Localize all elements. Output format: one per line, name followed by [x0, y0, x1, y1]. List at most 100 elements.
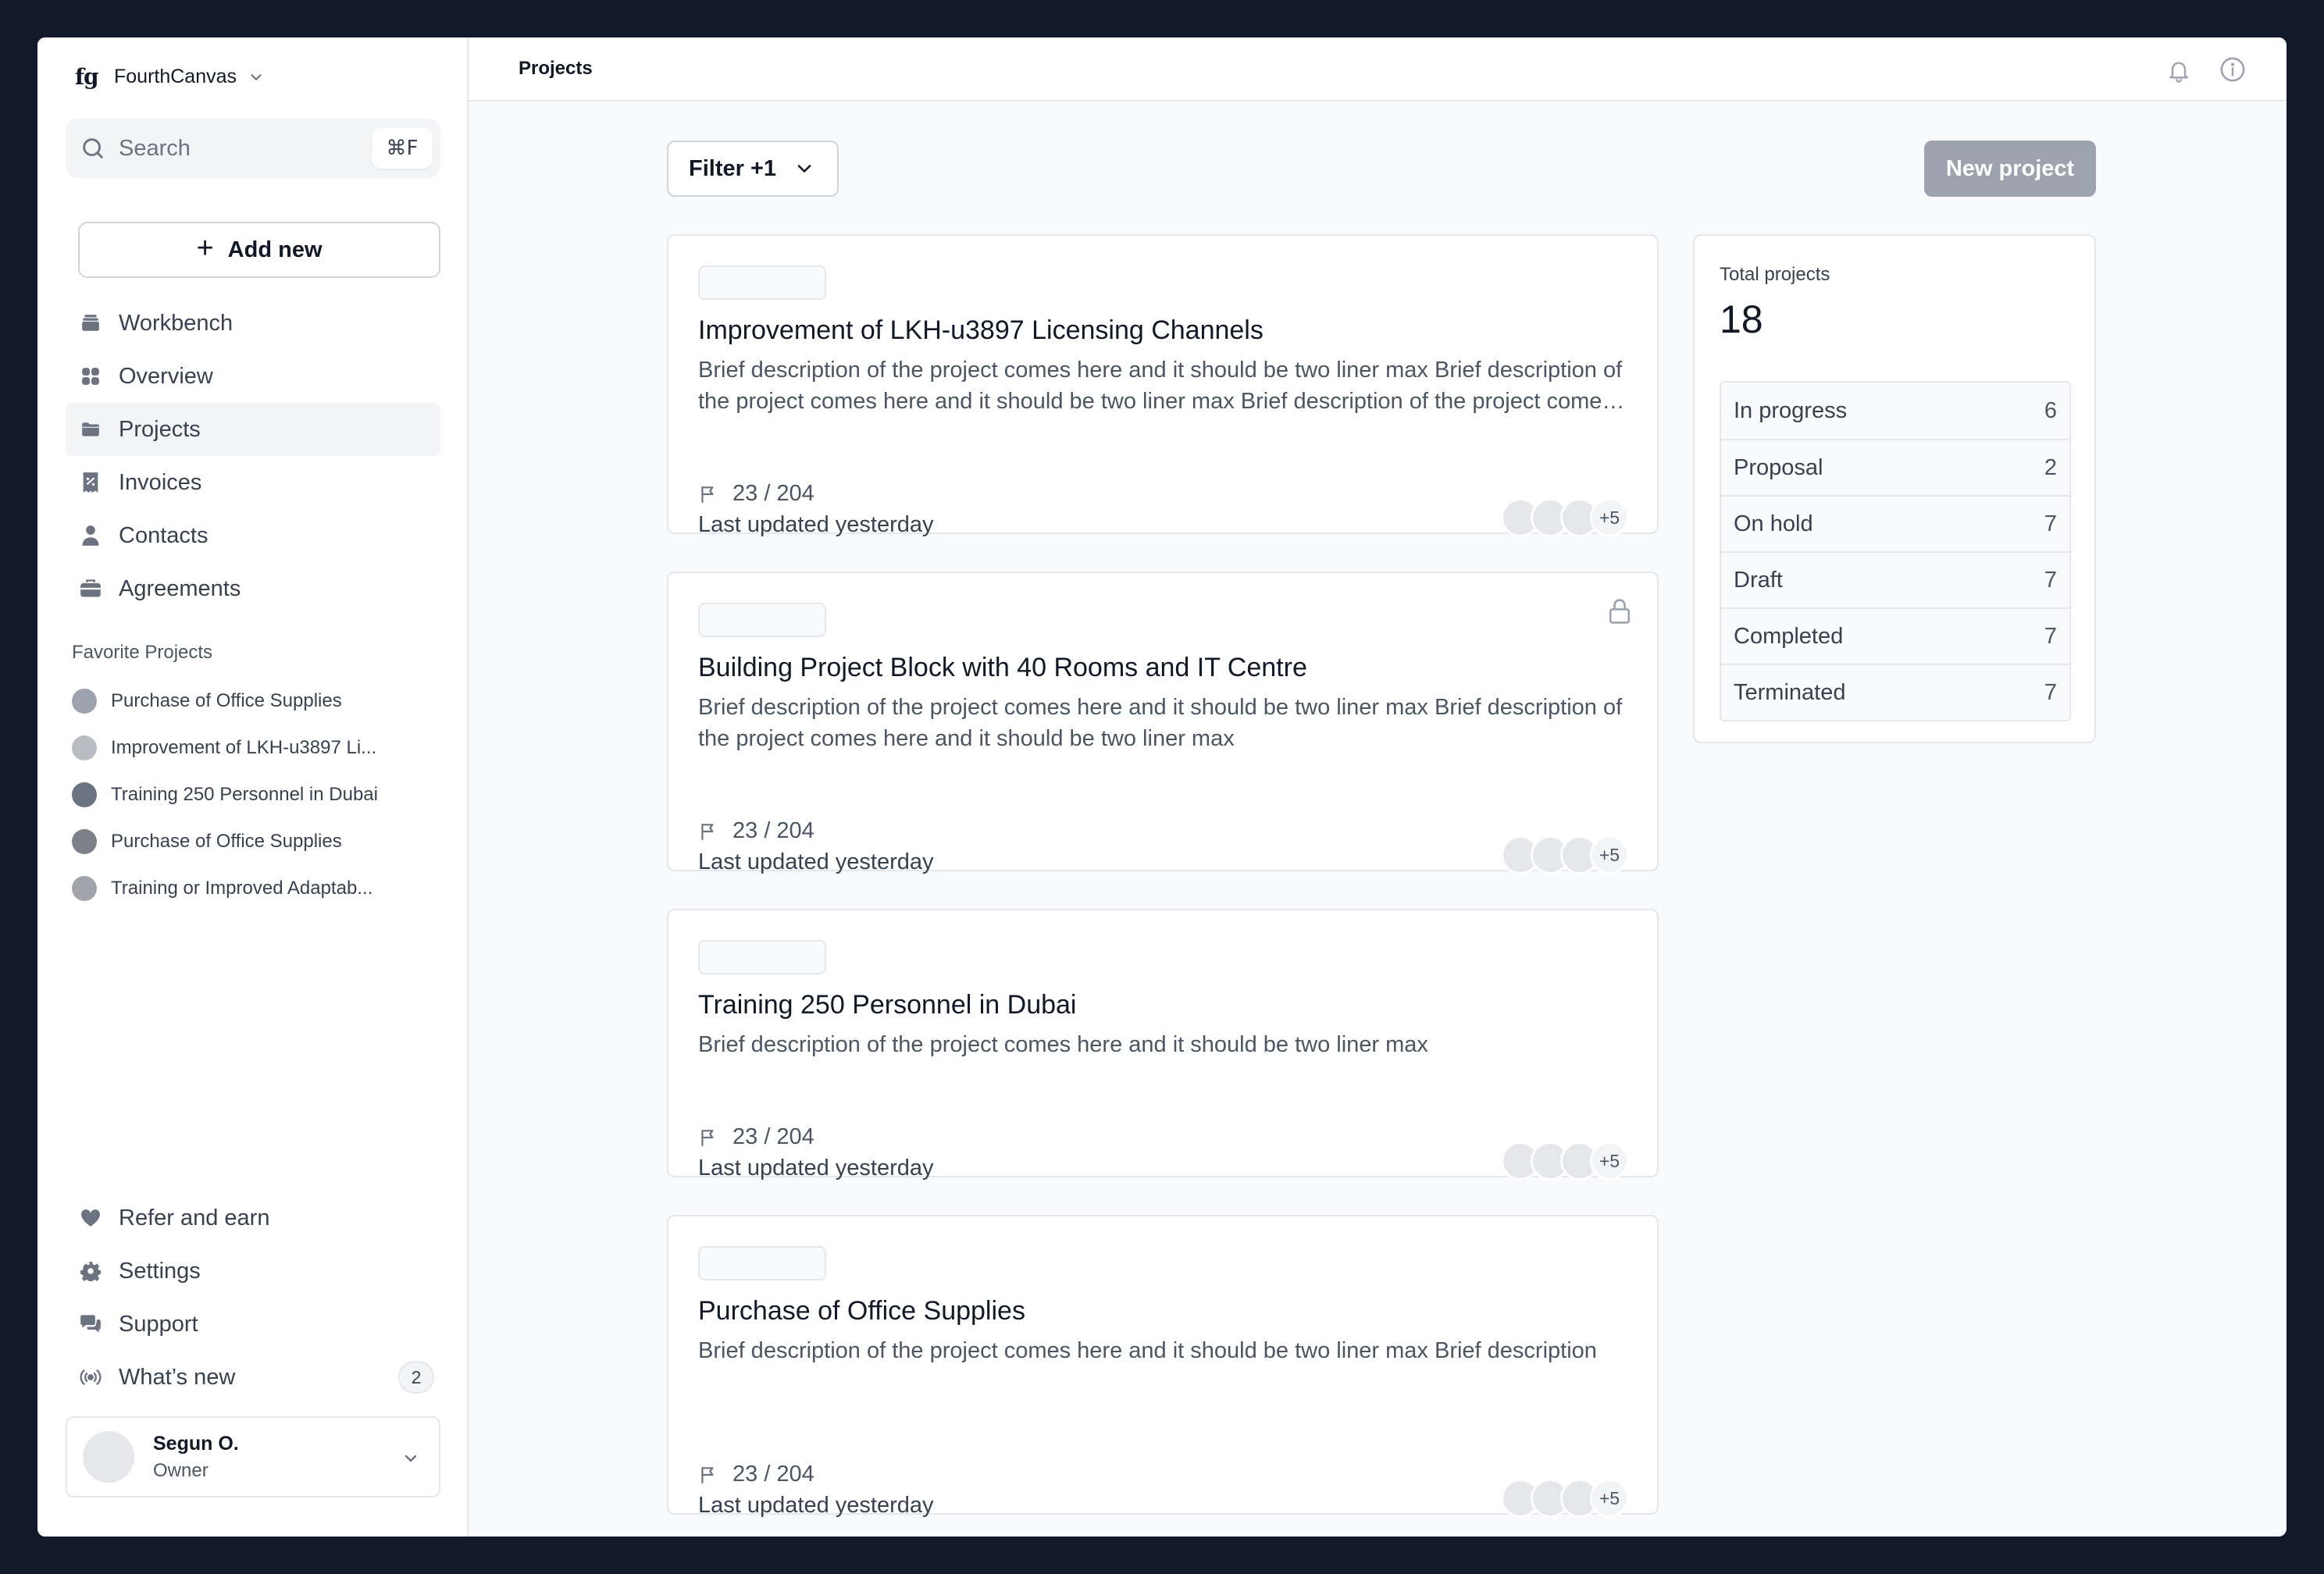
favorite-item[interactable]: Improvement of LKH-u3897 Li... [72, 725, 378, 771]
member-avatars[interactable]: +5 [1501, 498, 1629, 537]
project-card[interactable]: Building Project Block with 40 Rooms and… [667, 572, 1659, 874]
whats-new-badge: 2 [398, 1361, 434, 1394]
project-card[interactable]: Training 250 Personnel in Dubai Brief de… [667, 909, 1659, 1180]
search-icon [83, 138, 103, 158]
workspace-logo: fg [75, 64, 99, 90]
status-tag [698, 265, 826, 300]
stats-row-terminated[interactable]: Terminated 7 [1721, 664, 2069, 720]
sidebar-item-label: Refer and earn [119, 1205, 270, 1230]
flag-icon [701, 486, 714, 503]
favorite-label: Training 250 Personnel in Dubai [111, 784, 378, 805]
favorite-dot [72, 829, 97, 854]
search-placeholder: Search [119, 135, 191, 161]
stats-total: 18 [1720, 297, 1763, 341]
project-title[interactable]: Purchase of Office Supplies [698, 1296, 1025, 1327]
project-progress: 23 / 204 [698, 818, 814, 844]
bell-icon[interactable] [2166, 58, 2191, 83]
sidebar-item-label: Invoices [119, 469, 202, 495]
flag-icon [701, 1129, 714, 1146]
add-new-button[interactable]: + Add new [78, 222, 440, 278]
favorite-dot [72, 735, 97, 760]
search-input[interactable]: Search ⌘F [66, 119, 440, 178]
grid-icon [80, 365, 102, 387]
person-icon [80, 525, 102, 547]
member-avatars[interactable]: +5 [1501, 1141, 1629, 1180]
project-card[interactable]: Improvement of LKH-u3897 Licensing Chann… [667, 234, 1659, 537]
sidebar-item-projects[interactable]: Projects [66, 403, 440, 456]
favorite-dot [72, 782, 97, 807]
project-card[interactable]: Purchase of Office Supplies Brief descri… [667, 1215, 1659, 1518]
sidebar-item-agreements[interactable]: Agreements [66, 562, 440, 615]
stats-row-count: 7 [2044, 511, 2057, 536]
project-title[interactable]: Improvement of LKH-u3897 Licensing Chann… [698, 315, 1264, 346]
project-progress: 23 / 204 [698, 1124, 814, 1150]
main-nav: Workbench Overview Projects Invoices Con… [66, 297, 440, 615]
project-title[interactable]: Training 250 Personnel in Dubai [698, 990, 1076, 1020]
project-title[interactable]: Building Project Block with 40 Rooms and… [698, 653, 1307, 683]
sidebar-item-overview[interactable]: Overview [66, 350, 440, 403]
stats-list: In progress 6 Proposal 2 On hold 7 Draft 7 C… [1720, 381, 2071, 721]
sidebar-item-refer[interactable]: Refer and earn [66, 1191, 440, 1245]
status-tag [698, 603, 826, 637]
sidebar-item-support[interactable]: Support [66, 1298, 440, 1351]
sidebar-item-contacts[interactable]: Contacts [66, 509, 440, 562]
sidebar-item-settings[interactable]: Settings [66, 1245, 440, 1298]
project-progress: 23 / 204 [698, 481, 814, 507]
filter-label: Filter +1 [689, 155, 777, 181]
heart-icon [80, 1207, 102, 1229]
search-shortcut: ⌘F [372, 128, 433, 169]
stats-row-proposal[interactable]: Proposal 2 [1721, 439, 2069, 495]
project-description: Brief description of the project comes h… [698, 358, 1623, 414]
progress-value: 23 / 204 [732, 481, 814, 506]
last-updated: Last updated yesterday [698, 849, 934, 874]
favorite-label: Purchase of Office Supplies [111, 831, 342, 852]
stats-row-draft[interactable]: Draft 7 [1721, 551, 2069, 607]
new-project-button[interactable]: New project [1924, 141, 2096, 197]
favorite-item[interactable]: Training 250 Personnel in Dubai [72, 771, 378, 818]
last-updated: Last updated yesterday [698, 512, 934, 537]
stats-row-count: 6 [2044, 397, 2057, 423]
stats-row-on-hold[interactable]: On hold 7 [1721, 495, 2069, 551]
sidebar-item-invoices[interactable]: Invoices [66, 456, 440, 509]
filter-button[interactable]: Filter +1 [667, 141, 839, 197]
status-tag [698, 1246, 826, 1280]
favorite-label: Purchase of Office Supplies [111, 690, 342, 711]
user-role: Owner [153, 1459, 209, 1481]
chevron-down-icon [405, 1455, 417, 1462]
sidebar-item-whats-new[interactable]: What’s new 2 [66, 1351, 440, 1404]
sidebar: fg FourthCanvas Search ⌘F + Add new Work… [37, 37, 469, 1537]
member-avatars[interactable]: +5 [1501, 1479, 1629, 1518]
lock-icon [1609, 599, 1631, 624]
favorite-item[interactable]: Training or Improved Adaptab... [72, 865, 378, 912]
favorite-label: Training or Improved Adaptab... [111, 878, 373, 899]
favorite-item[interactable]: Purchase of Office Supplies [72, 818, 378, 865]
stats-row-label: Draft [1734, 567, 1783, 593]
project-stats-panel: Total projects 18 In progress 6 Proposal 2… [1693, 234, 2096, 743]
stats-row-in-progress[interactable]: In progress 6 [1721, 383, 2069, 439]
user-name: Segun O. [153, 1432, 239, 1455]
stats-row-label: On hold [1734, 511, 1813, 536]
sidebar-item-label: Contacts [119, 522, 209, 548]
last-updated: Last updated yesterday [698, 1156, 934, 1180]
bottom-nav: Refer and earn Settings Support What’s n… [66, 1191, 440, 1404]
stats-row-count: 7 [2044, 623, 2057, 649]
user-menu[interactable]: Segun O. Owner [66, 1416, 440, 1497]
folder-icon [80, 418, 102, 440]
sidebar-item-workbench[interactable]: Workbench [66, 297, 440, 350]
workspace-switcher[interactable]: fg FourthCanvas [75, 64, 265, 90]
member-avatars[interactable]: +5 [1501, 835, 1629, 874]
stats-label: Total projects [1720, 264, 1830, 285]
briefcase-icon [80, 578, 102, 600]
project-description: Brief description of the project comes h… [698, 1032, 1428, 1057]
stats-row-completed[interactable]: Completed 7 [1721, 607, 2069, 664]
progress-value: 23 / 204 [732, 1462, 814, 1487]
info-icon[interactable] [2219, 56, 2246, 83]
flag-icon [701, 823, 714, 840]
project-progress: 23 / 204 [698, 1462, 814, 1487]
sidebar-item-label: Agreements [119, 575, 241, 601]
sidebar-item-label: Support [119, 1311, 198, 1337]
app-window: fg FourthCanvas Search ⌘F + Add new Work… [37, 37, 2287, 1537]
more-members-count: +5 [1590, 498, 1629, 537]
project-description: Brief description of the project comes h… [698, 695, 1623, 751]
favorite-item[interactable]: Purchase of Office Supplies [72, 678, 378, 725]
